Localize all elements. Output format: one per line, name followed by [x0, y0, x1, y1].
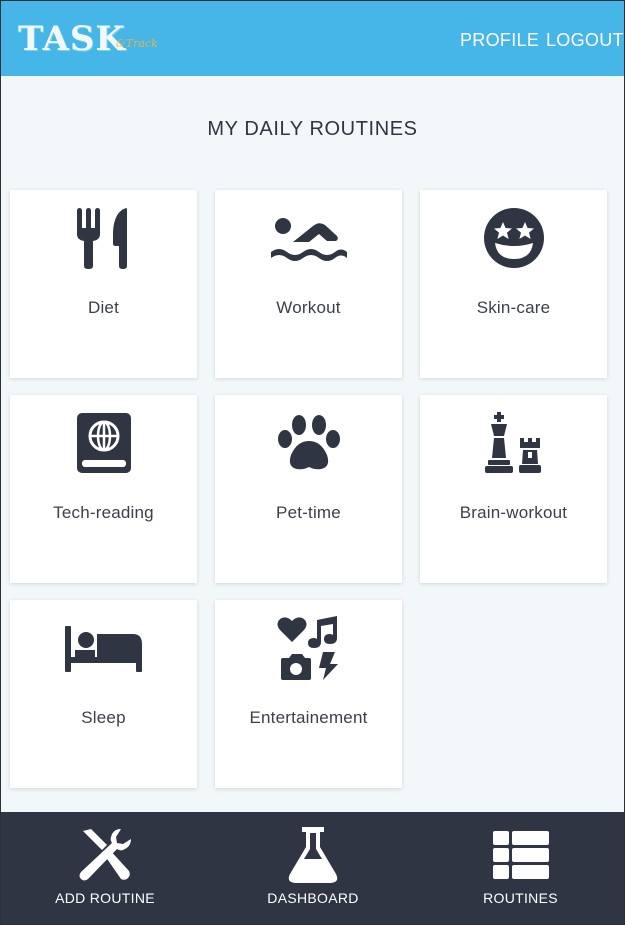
add-routine-label: ADD ROUTINE	[55, 890, 155, 906]
bottom-nav: ADD ROUTINE DASHBOARD ROUTINES	[1, 812, 624, 924]
logo-main-text: TASK	[18, 19, 126, 59]
th-list-icon	[417, 826, 624, 884]
app-logo[interactable]: TASK &Track	[18, 19, 158, 59]
routine-card-pet-time[interactable]: Pet-time	[215, 395, 402, 583]
routine-label: Pet-time	[276, 503, 341, 522]
tools-icon	[1, 826, 209, 884]
routine-card-workout[interactable]: Workout	[215, 190, 402, 378]
profile-link[interactable]: PROFILE	[460, 30, 539, 51]
paw-icon	[215, 411, 402, 475]
header-bar: TASK &Track PROFILE LOGOUT	[1, 1, 624, 76]
routine-card-entertainement[interactable]: Entertainement	[215, 600, 402, 788]
swimmer-icon	[215, 206, 402, 270]
routine-label: Sleep	[81, 708, 126, 727]
page-title: MY DAILY ROUTINES	[207, 118, 418, 140]
routine-card-brain-workout[interactable]: Brain-workout	[420, 395, 607, 583]
routines-button[interactable]: ROUTINES	[417, 812, 624, 924]
routine-card-diet[interactable]: Diet	[10, 190, 197, 378]
bed-icon	[10, 616, 197, 680]
grin-stars-icon	[420, 206, 607, 270]
utensils-icon	[10, 206, 197, 270]
routine-label: Entertainement	[249, 708, 368, 727]
routines-label: ROUTINES	[483, 890, 558, 906]
globe-book-icon	[10, 411, 197, 475]
logout-link[interactable]: LOGOUT	[546, 30, 624, 51]
dashboard-button[interactable]: DASHBOARD	[209, 812, 417, 924]
chess-icon	[420, 411, 607, 475]
logo-sub-text: &Track	[116, 37, 158, 50]
routine-card-skin-care[interactable]: Skin-care	[420, 190, 607, 378]
routine-card-tech-reading[interactable]: Tech-reading	[10, 395, 197, 583]
routine-label: Skin-care	[476, 298, 551, 317]
routine-card-sleep[interactable]: Sleep	[10, 600, 197, 788]
routine-label: Workout	[276, 298, 341, 317]
routine-label: Diet	[87, 298, 120, 317]
dashboard-label: DASHBOARD	[267, 890, 359, 906]
add-routine-button[interactable]: ADD ROUTINE	[1, 812, 209, 924]
icons-icon	[215, 616, 402, 680]
routine-label: Tech-reading	[53, 503, 154, 522]
routine-label: Brain-workout	[459, 503, 568, 522]
flask-icon	[209, 826, 417, 884]
